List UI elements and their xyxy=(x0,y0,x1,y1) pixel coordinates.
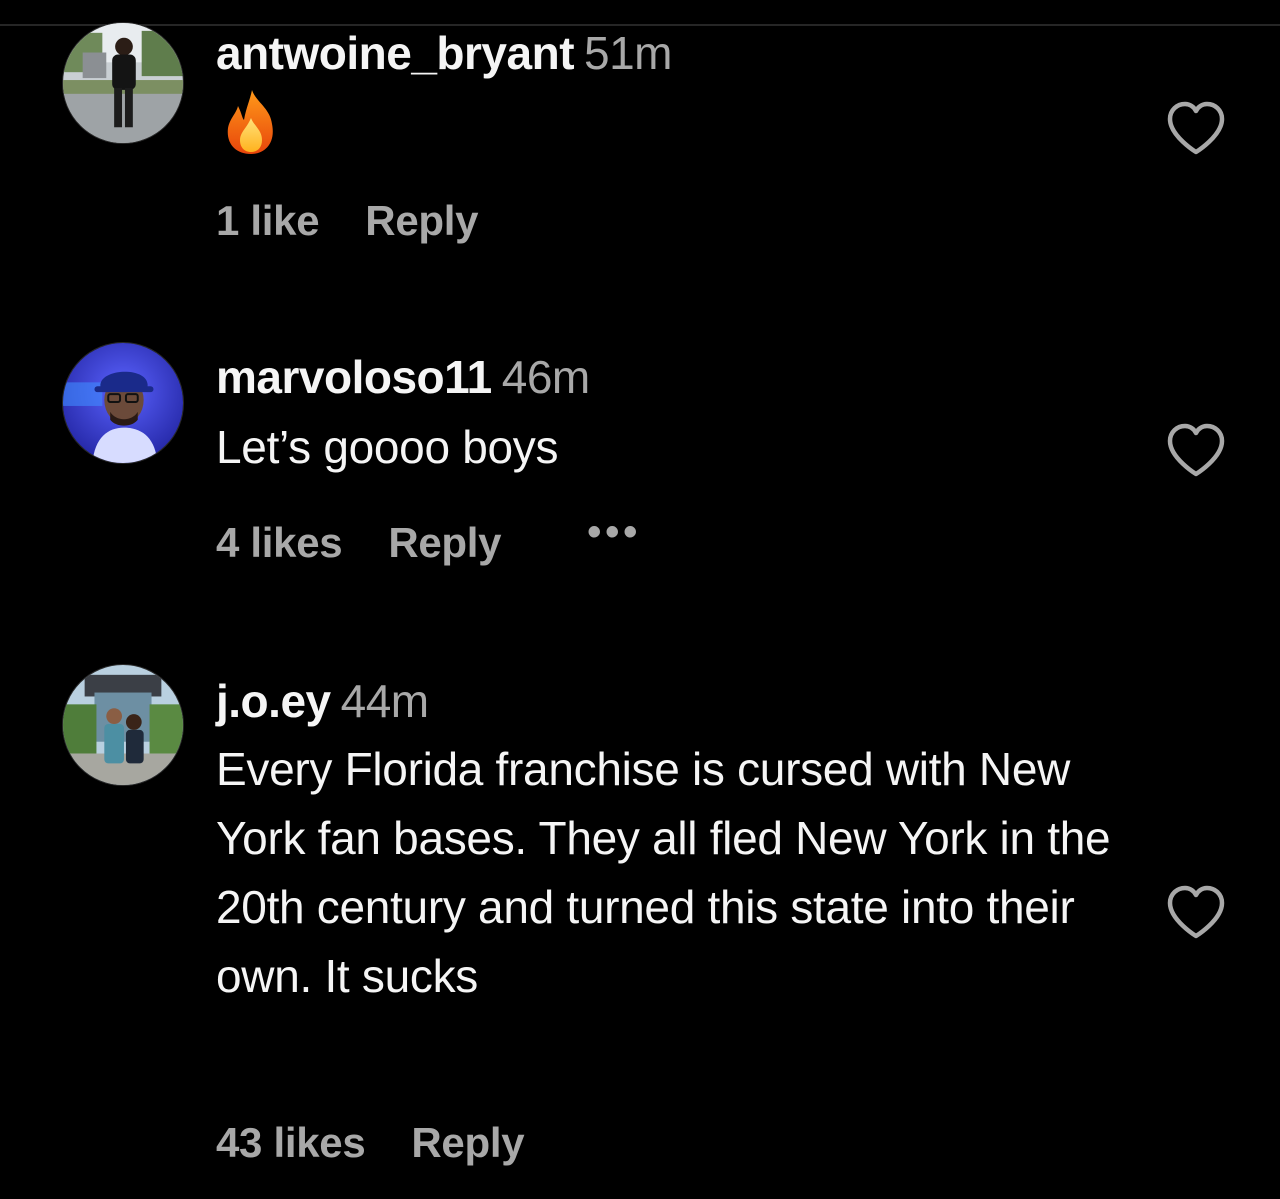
reply-button[interactable]: Reply xyxy=(365,196,478,246)
comment-header: marvoloso11 46m xyxy=(216,350,590,404)
comment-meta: 43 likes Reply xyxy=(216,1118,525,1168)
avatar[interactable] xyxy=(62,342,184,464)
heart-outline-icon[interactable] xyxy=(1166,100,1226,156)
reply-button[interactable]: Reply xyxy=(411,1118,524,1168)
like-count[interactable]: 1 like xyxy=(216,196,320,246)
fire-emoji-icon xyxy=(222,88,280,156)
username[interactable]: antwoine_bryant xyxy=(216,27,575,79)
avatar[interactable] xyxy=(62,664,184,786)
profile-photo xyxy=(63,23,183,143)
timestamp: 44m xyxy=(340,675,429,727)
comment-meta: 4 likes Reply ••• xyxy=(216,510,641,569)
comment-text: Let’s goooo boys xyxy=(216,421,559,473)
comment-header: antwoine_bryant 51m xyxy=(216,26,672,80)
comment-header: j.o.ey 44m xyxy=(216,674,429,728)
username[interactable]: j.o.ey xyxy=(216,675,331,727)
comment-meta: 1 like Reply xyxy=(216,196,478,246)
avatar[interactable] xyxy=(62,22,184,144)
like-count[interactable]: 43 likes xyxy=(216,1118,366,1168)
profile-photo xyxy=(63,343,183,463)
more-options-icon[interactable]: ••• xyxy=(587,507,641,557)
like-count[interactable]: 4 likes xyxy=(216,518,343,568)
heart-outline-icon[interactable] xyxy=(1166,884,1226,940)
comment-text: Every Florida franchise is cursed with N… xyxy=(216,743,1111,1002)
username[interactable]: marvoloso11 xyxy=(216,351,492,403)
timestamp: 51m xyxy=(584,27,672,79)
reply-button[interactable]: Reply xyxy=(388,518,501,568)
timestamp: 46m xyxy=(501,351,590,403)
heart-outline-icon[interactable] xyxy=(1166,422,1226,478)
profile-photo xyxy=(63,665,183,785)
